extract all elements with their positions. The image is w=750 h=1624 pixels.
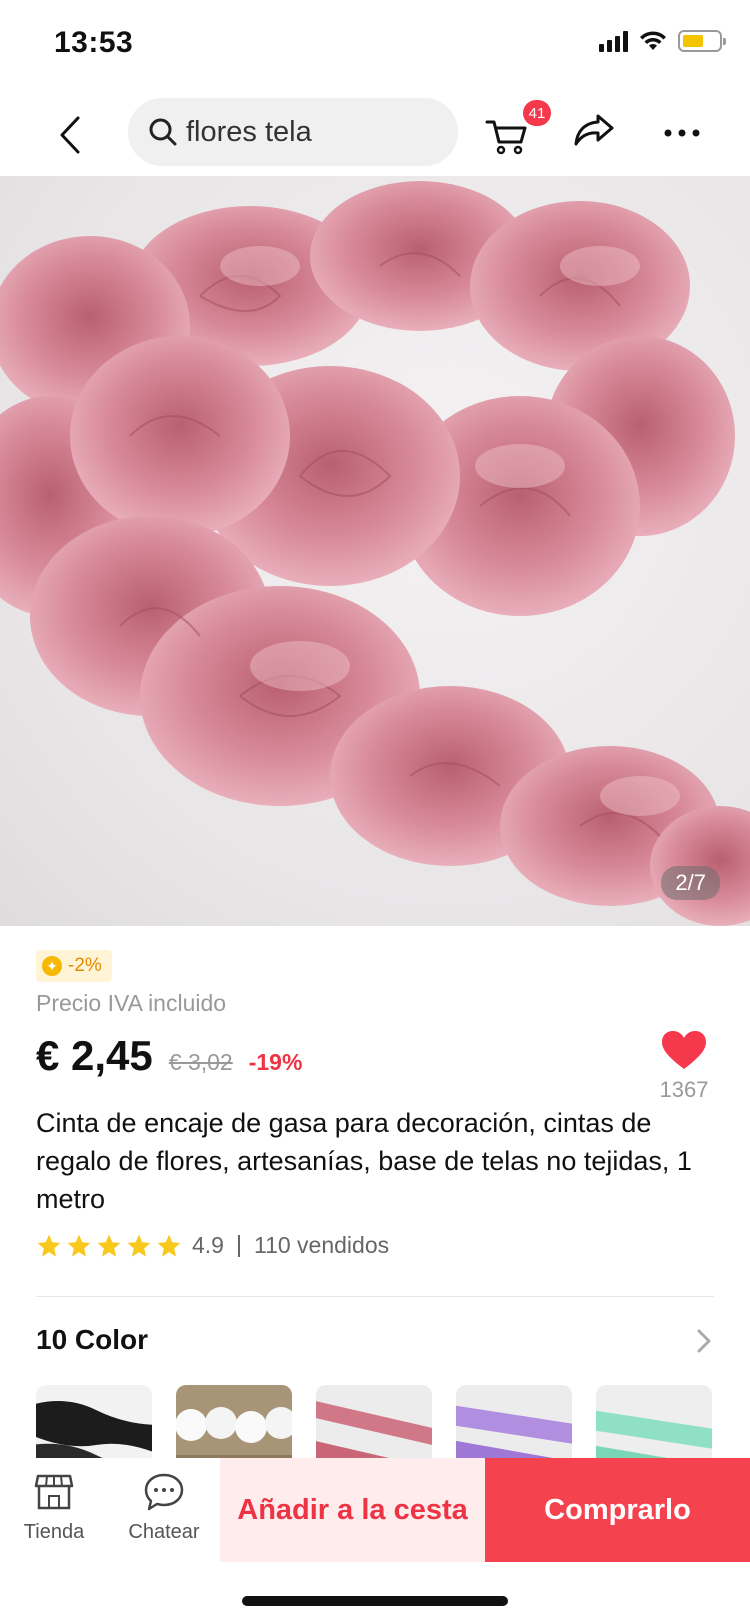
more-icon [664, 129, 700, 137]
discount-percent: -19% [248, 1049, 303, 1075]
current-price: € 2,45 [36, 1032, 153, 1079]
cart-count-badge: 41 [523, 100, 551, 126]
add-to-cart-button[interactable]: Añadir a la cesta [220, 1458, 485, 1562]
cellular-signal-icon [599, 30, 628, 52]
share-icon [574, 114, 614, 146]
rating-separator [237, 1234, 240, 1257]
original-price: € 3,02 [168, 1049, 233, 1075]
chat-label: Chatear [128, 1521, 200, 1543]
section-divider [36, 1296, 714, 1297]
rating-stars [36, 1233, 182, 1259]
heart-icon [662, 1031, 706, 1069]
image-counter: 2/7 [661, 866, 720, 900]
star-icon [157, 1234, 181, 1257]
status-icons [599, 30, 726, 52]
price-row: € 2,45 € 3,02 -19% [36, 1032, 302, 1080]
rating-value: 4.9 [192, 1232, 224, 1258]
home-indicator [242, 1596, 508, 1606]
share-button[interactable] [572, 110, 622, 156]
chat-button[interactable]: Chatear [114, 1472, 214, 1544]
star-icon [97, 1234, 121, 1257]
search-icon [149, 118, 177, 146]
store-label: Tienda [23, 1521, 85, 1543]
product-title: Cinta de encaje de gasa para decoración,… [36, 1108, 692, 1214]
product-photo [0, 181, 750, 926]
cart-icon [485, 120, 527, 155]
coin-discount-text: -2% [68, 955, 102, 976]
wishlist-count: 1367 [659, 1077, 709, 1102]
star-icon [127, 1234, 151, 1257]
battery-icon [678, 30, 726, 52]
store-button[interactable]: Tienda [4, 1472, 104, 1544]
buy-now-button[interactable]: Comprarlo [485, 1458, 750, 1562]
chevron-right-icon[interactable] [696, 1328, 712, 1354]
wishlist-button[interactable]: 1367 [654, 1030, 714, 1103]
sold-count: 110 vendidos [253, 1232, 390, 1258]
vat-label: Precio IVA incluido [36, 990, 227, 1016]
back-arrow-icon [60, 116, 80, 154]
cart-button[interactable]: 41 [485, 100, 551, 162]
coin-discount-badge: ✦ -2% [36, 950, 112, 982]
wifi-icon [640, 31, 666, 50]
store-icon [34, 1474, 74, 1510]
bottom-action-bar: Tienda Chatear Añadir a la cesta Comprar… [0, 1458, 750, 1562]
status-time: 13:53 [54, 26, 134, 59]
nav-bar: flores tela 41 [0, 92, 750, 178]
status-bar: 13:53 [0, 0, 750, 90]
color-section-title[interactable]: 10 Color [36, 1324, 148, 1356]
star-icon [67, 1234, 91, 1257]
rating-row[interactable]: 4.9 110 vendidos [36, 1232, 389, 1259]
coin-icon: ✦ [42, 956, 62, 976]
back-button[interactable] [50, 110, 90, 160]
search-query: flores tela [186, 115, 312, 148]
product-image[interactable]: 2/7 [0, 176, 750, 926]
search-bar[interactable]: flores tela [128, 98, 458, 166]
more-options-button[interactable] [660, 110, 704, 156]
chat-icon [144, 1473, 184, 1511]
star-icon [37, 1234, 61, 1257]
